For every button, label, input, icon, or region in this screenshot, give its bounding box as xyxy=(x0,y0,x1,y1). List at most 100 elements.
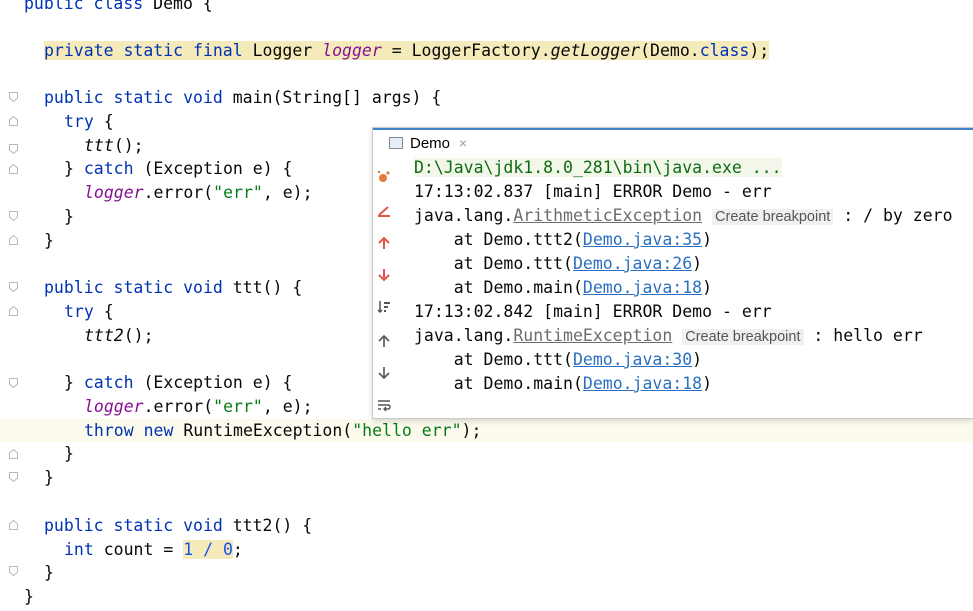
source-link[interactable]: Demo.java:35 xyxy=(583,230,702,249)
code-token: try xyxy=(64,112,104,131)
arrow-down-icon[interactable] xyxy=(377,366,391,380)
fold-icon[interactable] xyxy=(9,472,18,482)
code-line: public static void ttt() { xyxy=(44,276,302,299)
code-token: "err" xyxy=(213,183,263,202)
code-token: int xyxy=(64,540,104,559)
fold-icon[interactable] xyxy=(9,449,18,459)
fold-icon[interactable] xyxy=(9,235,18,245)
code-token: (Demo. xyxy=(640,41,700,60)
code-token: } xyxy=(64,373,84,392)
sort-icon[interactable] xyxy=(377,300,391,314)
fold-icon[interactable] xyxy=(9,144,18,154)
exception-package: java.lang. xyxy=(414,206,514,225)
console-toolbar xyxy=(373,156,395,418)
fold-icon[interactable] xyxy=(9,566,18,576)
code-line: } xyxy=(64,205,74,228)
paren: ) xyxy=(702,374,713,393)
console-line: java.lang.RuntimeException Create breakp… xyxy=(414,324,923,348)
code-token: , e); xyxy=(262,397,313,416)
exception-package: java.lang. xyxy=(414,326,514,345)
run-console-popup: Demo × D:\Java\jdk1.8.0_281\bin\java.exe… xyxy=(372,127,973,419)
console-line: D:\Java\jdk1.8.0_281\bin\java.exe ... xyxy=(414,156,782,180)
frame-method: Demo.ttt( xyxy=(483,350,573,369)
code-token: { xyxy=(103,302,114,321)
frame-method: Demo.main( xyxy=(483,374,583,393)
console-line: java.lang.ArithmeticException Create bre… xyxy=(414,204,953,228)
create-breakpoint-button[interactable]: Create breakpoint xyxy=(682,329,804,345)
stack-frame: at Demo.ttt(Demo.java:26) xyxy=(414,252,702,276)
code-token: ; xyxy=(232,540,243,559)
arrow-up-red-icon[interactable] xyxy=(377,236,391,250)
fold-icon[interactable] xyxy=(9,92,18,102)
stack-frame: at Demo.main(Demo.java:18) xyxy=(414,372,712,396)
code-token: (Exception e) { xyxy=(143,159,293,178)
code-token: main(String[] args) { xyxy=(232,88,442,107)
source-link[interactable]: Demo.java:26 xyxy=(573,254,692,273)
fold-icon[interactable] xyxy=(9,164,18,174)
debug-icon[interactable] xyxy=(377,170,391,184)
code-token: } xyxy=(44,563,54,582)
clear-icon[interactable] xyxy=(377,204,391,218)
code-token: logger xyxy=(84,183,144,202)
code-token: logger xyxy=(322,41,382,60)
code-token: } xyxy=(64,207,74,226)
code-line: } xyxy=(44,561,54,584)
code-line: logger.error("err", e); xyxy=(84,181,313,204)
log-entry: 17:13:02.842 [main] ERROR Demo - err xyxy=(414,302,772,321)
code-token: count = xyxy=(103,540,184,559)
fold-icon[interactable] xyxy=(9,211,18,221)
code-token: public class xyxy=(24,0,154,13)
at-prefix: at xyxy=(414,374,484,393)
code-token: throw new xyxy=(84,421,184,440)
arrow-up-icon[interactable] xyxy=(377,334,391,348)
code-token: public static void xyxy=(44,88,233,107)
code-token: (); xyxy=(113,136,144,155)
fold-icon[interactable] xyxy=(9,306,18,316)
fold-icon[interactable] xyxy=(9,520,18,530)
code-token: "hello err" xyxy=(352,421,462,440)
code-token: ttt xyxy=(84,136,114,155)
code-line: public static void ttt2() { xyxy=(44,514,312,537)
arrow-down-red-icon[interactable] xyxy=(377,268,391,282)
code-token: (); xyxy=(123,326,154,345)
at-prefix: at xyxy=(414,254,484,273)
code-token: } xyxy=(24,587,34,606)
code-line: } catch (Exception e) { xyxy=(64,157,293,180)
soft-wrap-icon[interactable] xyxy=(377,398,391,412)
tab-demo[interactable]: Demo × xyxy=(389,130,467,156)
code-token: 1 / 0 xyxy=(183,540,233,559)
fold-icon[interactable] xyxy=(9,282,18,292)
exception-link[interactable]: RuntimeException xyxy=(513,326,672,345)
code-line: public static void main(String[] args) { xyxy=(44,86,441,109)
code-token: } xyxy=(44,231,54,250)
source-link[interactable]: Demo.java:18 xyxy=(583,374,702,393)
code-token: Logger xyxy=(252,41,323,60)
source-link[interactable]: Demo.java:18 xyxy=(583,278,702,297)
create-breakpoint-button[interactable]: Create breakpoint xyxy=(712,209,834,225)
paren: ) xyxy=(692,254,703,273)
code-token: .error( xyxy=(143,183,214,202)
code-line: int count = 1 / 0; xyxy=(64,538,243,561)
code-line: } xyxy=(44,466,54,489)
exception-message: : hello err xyxy=(803,326,923,345)
stack-frame: at Demo.ttt(Demo.java:30) xyxy=(414,348,702,372)
code-token: ttt() { xyxy=(232,278,303,297)
exception-link[interactable]: ArithmeticException xyxy=(513,206,702,225)
java-command: D:\Java\jdk1.8.0_281\bin\java.exe ... xyxy=(414,158,782,177)
code-token: , e); xyxy=(262,183,313,202)
stack-frame: at Demo.ttt2(Demo.java:35) xyxy=(414,228,712,252)
code-token: } xyxy=(64,159,84,178)
code-line: throw new RuntimeException("hello err"); xyxy=(84,419,481,442)
stack-frame: at Demo.main(Demo.java:18) xyxy=(414,276,712,300)
code-line: } catch (Exception e) { xyxy=(64,371,293,394)
paren: ) xyxy=(692,350,703,369)
code-token: ); xyxy=(461,421,482,440)
fold-icon[interactable] xyxy=(9,378,18,388)
code-token: (Exception e) { xyxy=(143,373,293,392)
code-token: logger xyxy=(84,397,144,416)
fold-icon[interactable] xyxy=(9,116,18,126)
source-link[interactable]: Demo.java:30 xyxy=(573,350,692,369)
code-token: ); xyxy=(749,41,770,60)
code-line: try { xyxy=(64,110,114,133)
close-icon[interactable]: × xyxy=(459,135,467,151)
